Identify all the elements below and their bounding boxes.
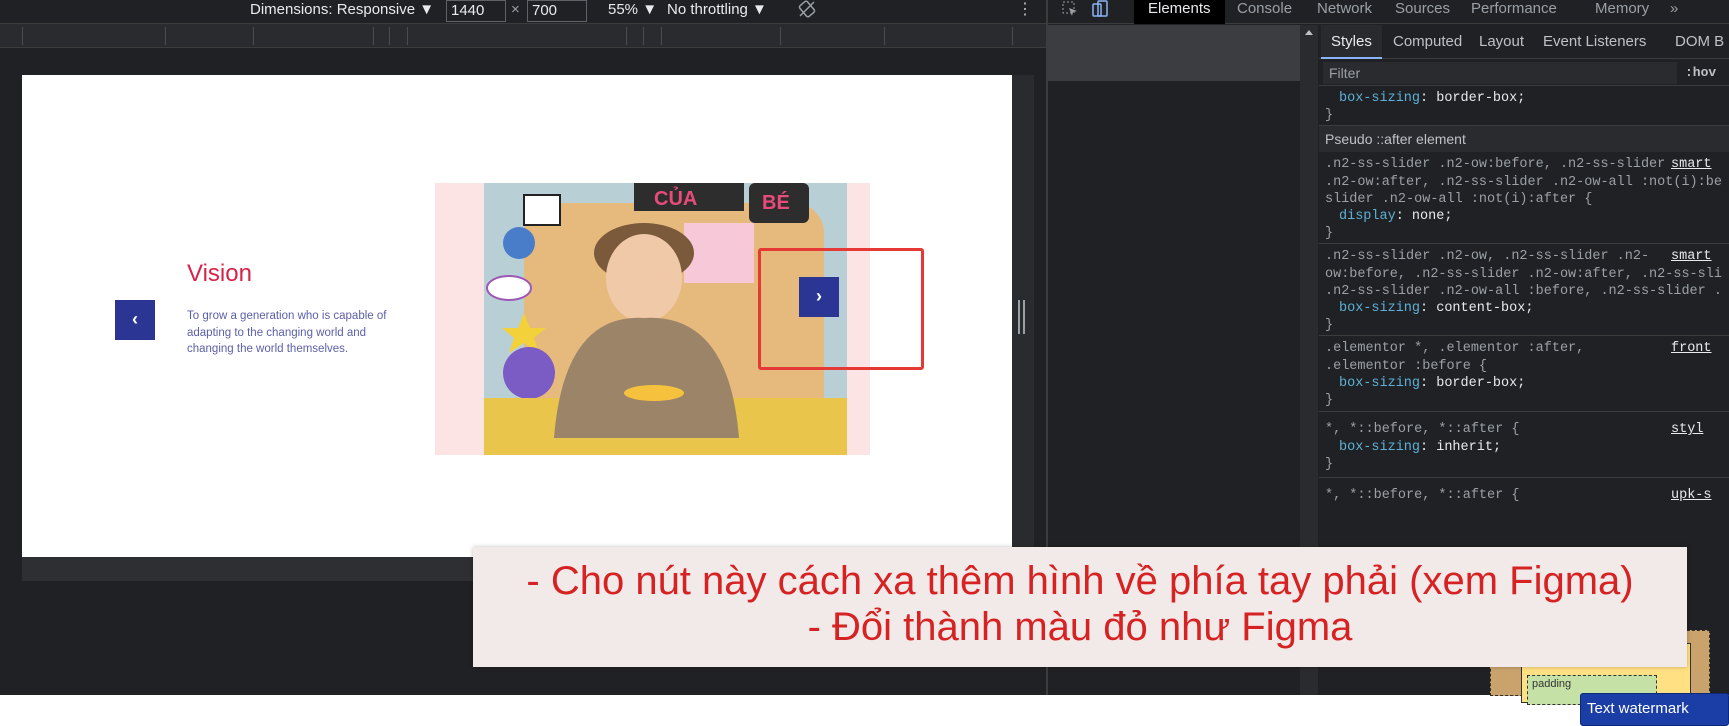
tab-memory[interactable]: Memory xyxy=(1581,0,1663,24)
css-selector[interactable]: *, *::before, *::after { xyxy=(1325,421,1729,439)
pseudo-after-header: Pseudo ::after element xyxy=(1319,126,1729,152)
height-input[interactable]: 700 xyxy=(527,0,587,22)
css-prop[interactable]: box-sizing xyxy=(1339,301,1420,316)
subtab-dom-breakpoints[interactable]: DOM B xyxy=(1665,25,1729,59)
box-model-padding-label: padding xyxy=(1532,678,1572,690)
photo-sign-be: BÉ xyxy=(762,191,790,214)
css-selector[interactable]: .elementor *, .elementor :after, .elemen… xyxy=(1325,340,1729,375)
tab-elements[interactable]: Elements xyxy=(1134,0,1225,24)
styles-filter-input[interactable]: Filter xyxy=(1323,62,1677,84)
css-val[interactable]: border-box xyxy=(1436,91,1517,106)
style-rule: *, *::before, *::after { styl box-sizing… xyxy=(1319,412,1729,478)
style-rule: .n2-ss-slider .n2-ow, .n2-ss-slider .n2-… xyxy=(1319,244,1729,336)
css-selector[interactable]: .n2-ss-slider .n2-ow:before, .n2-ss-slid… xyxy=(1325,156,1729,209)
css-prop[interactable]: display xyxy=(1339,209,1396,224)
subtab-layout[interactable]: Layout xyxy=(1469,25,1534,59)
css-val[interactable]: border-box xyxy=(1436,376,1517,391)
css-prop[interactable]: box-sizing xyxy=(1339,440,1420,455)
rule-source-link[interactable]: upk-s xyxy=(1671,488,1712,503)
rotate-icon[interactable] xyxy=(796,0,818,22)
devtools-tabbar: Elements Console Network Sources Perform… xyxy=(1048,0,1729,24)
photo-sign-cua: CỦA xyxy=(654,186,697,210)
tabs-overflow-icon[interactable]: » xyxy=(1656,0,1692,24)
viewport-gutter xyxy=(0,48,1046,74)
style-rule: .elementor *, .elementor :after, .elemen… xyxy=(1319,336,1729,412)
hov-toggle[interactable]: :hov xyxy=(1685,62,1716,84)
text-watermark-badge: Text watermark xyxy=(1580,693,1729,726)
rule-source-link[interactable]: smart xyxy=(1671,249,1712,264)
tab-performance[interactable]: Performance xyxy=(1457,0,1571,24)
screen: Dimensions: Responsive ▼ 1440 × 700 55% … xyxy=(0,0,1729,726)
slide-text: To grow a generation who is capable of a… xyxy=(187,310,387,355)
css-selector[interactable]: *, *::before, *::after { xyxy=(1325,487,1729,505)
zoom-dropdown[interactable]: 55% ▼ xyxy=(608,0,657,24)
style-rule: .n2-ss-slider .n2-ow:before, .n2-ss-slid… xyxy=(1319,152,1729,244)
dimensions-dropdown[interactable]: Dimensions: Responsive ▼ xyxy=(250,0,434,24)
css-val[interactable]: none xyxy=(1412,209,1444,224)
subtab-event-listeners[interactable]: Event Listeners xyxy=(1533,25,1656,59)
tab-console[interactable]: Console xyxy=(1223,0,1306,24)
chevron-left-icon: ‹ xyxy=(132,309,138,329)
css-val[interactable]: inherit xyxy=(1436,440,1493,455)
annotation-line-2: - Đổi thành màu đỏ như Figma xyxy=(807,605,1353,649)
filter-row: Filter :hov xyxy=(1319,60,1729,86)
rule-source-link[interactable]: front xyxy=(1671,341,1712,356)
tab-sources[interactable]: Sources xyxy=(1381,0,1464,24)
annotation-note: - Cho nút này cách xa thêm hình về phía … xyxy=(473,547,1687,667)
device-toolbar-icon[interactable] xyxy=(1088,0,1112,24)
css-val[interactable]: content-box xyxy=(1436,301,1525,316)
style-rule: *, *::before, *::after { upk-s xyxy=(1319,478,1729,518)
more-vert-icon[interactable]: ⋮ xyxy=(1014,0,1036,22)
slide-title: Vision xyxy=(187,260,252,287)
viewport-resize-handle[interactable] xyxy=(1018,300,1028,334)
emulated-viewport: ‹ Vision To grow a generation who is cap… xyxy=(22,75,1012,557)
css-prop[interactable]: box-sizing xyxy=(1339,376,1420,391)
selected-node-highlight xyxy=(1048,25,1300,81)
times-sign: × xyxy=(511,1,520,18)
annotation-highlight-box xyxy=(758,248,924,370)
slider-prev-button[interactable]: ‹ xyxy=(115,300,155,340)
rule-source-link[interactable]: styl xyxy=(1671,422,1703,437)
annotation-line-1: - Cho nút này cách xa thêm hình về phía … xyxy=(526,559,1634,603)
tab-network[interactable]: Network xyxy=(1303,0,1386,24)
width-input[interactable]: 1440 xyxy=(446,0,506,22)
device-toolbar: Dimensions: Responsive ▼ 1440 × 700 55% … xyxy=(0,0,1046,24)
inspect-element-icon[interactable] xyxy=(1058,0,1082,24)
subtab-styles[interactable]: Styles xyxy=(1321,25,1382,59)
subtab-computed[interactable]: Computed xyxy=(1383,25,1472,59)
throttling-dropdown[interactable]: No throttling ▼ xyxy=(667,0,767,24)
styles-subtabs: Styles Computed Layout Event Listeners D… xyxy=(1319,25,1729,59)
rule-source-link[interactable]: smart xyxy=(1671,157,1712,172)
media-query-ruler xyxy=(0,24,1046,48)
css-prop[interactable]: box-sizing xyxy=(1339,91,1420,106)
css-selector[interactable]: .n2-ss-slider .n2-ow, .n2-ss-slider .n2-… xyxy=(1325,248,1729,301)
style-rule: box-sizing: border-box; } xyxy=(1319,86,1729,126)
